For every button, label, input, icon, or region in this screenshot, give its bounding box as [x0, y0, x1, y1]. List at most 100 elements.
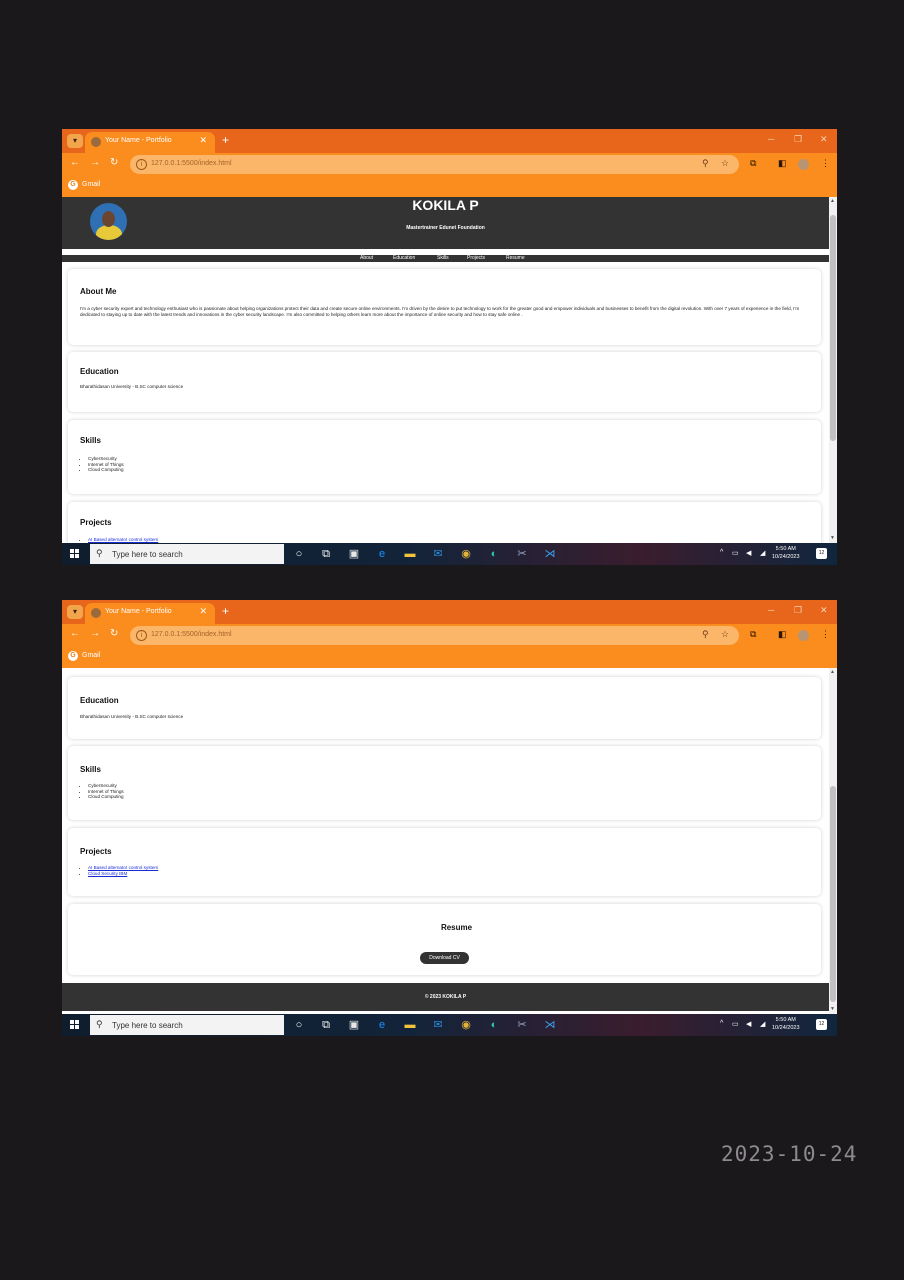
wifi-icon[interactable]: ◢	[760, 549, 765, 557]
extensions-icon[interactable]: ⧉	[750, 629, 756, 640]
bookmark-gmail[interactable]: Gmail	[82, 181, 100, 188]
browser-tab[interactable]: Your Name - Portfolio ✕	[85, 132, 215, 153]
vscode-icon[interactable]: ⋊	[543, 1018, 557, 1032]
store-icon[interactable]: ▣	[347, 1018, 361, 1032]
url-text: 127.0.0.1:5500/index.html	[151, 631, 232, 638]
zoom-icon[interactable]: ⚲	[702, 158, 709, 169]
nav-resume[interactable]: Resume	[506, 255, 525, 262]
browser-tab[interactable]: Your Name - Portfolio ✕	[85, 603, 215, 624]
mail-icon[interactable]: ✉	[431, 547, 445, 561]
chrome-icon[interactable]: ◉	[459, 1018, 473, 1032]
site-info-icon[interactable]: i	[136, 630, 147, 641]
chrome-icon[interactable]: ◉	[459, 547, 473, 561]
scroll-up-icon[interactable]: ▲	[830, 198, 835, 204]
site-nav: About Education Skills Projects Resume	[62, 255, 829, 262]
scroll-down-icon[interactable]: ▼	[830, 1006, 835, 1012]
new-tab-icon[interactable]: +	[222, 133, 229, 147]
snipping-tool-icon[interactable]: ✂	[515, 547, 529, 561]
task-view-icon[interactable]: ⧉	[319, 547, 333, 561]
project-link[interactable]: AI Based alternator control system	[88, 537, 158, 542]
scrollbar-thumb[interactable]	[830, 215, 836, 441]
side-panel-icon[interactable]: ◧	[778, 629, 787, 640]
scrollbar[interactable]: ▲ ▼	[829, 668, 837, 1014]
notification-icon[interactable]: 12	[816, 1019, 827, 1030]
windows-start-icon[interactable]	[70, 1020, 80, 1030]
close-window-icon[interactable]: ✕	[820, 605, 828, 616]
show-hidden-icons[interactable]: ^	[720, 549, 723, 556]
back-icon[interactable]: ←	[70, 628, 80, 639]
scrollbar-thumb[interactable]	[830, 786, 836, 1002]
site-info-icon[interactable]: i	[136, 159, 147, 170]
vscode-icon[interactable]: ⋊	[543, 547, 557, 561]
new-tab-icon[interactable]: +	[222, 604, 229, 618]
store-icon[interactable]: ▣	[347, 547, 361, 561]
menu-icon[interactable]: ⋮	[821, 158, 830, 169]
close-tab-icon[interactable]: ✕	[199, 135, 207, 146]
section-title: Education	[80, 696, 119, 705]
address-bar[interactable]: i 127.0.0.1:5500/index.html ⚲ ☆	[130, 155, 739, 174]
scroll-up-icon[interactable]: ▲	[830, 669, 835, 675]
forward-icon[interactable]: →	[90, 157, 100, 168]
bookmark-star-icon[interactable]: ☆	[721, 158, 729, 169]
list-item[interactable]: Cloud Security IBM	[88, 871, 158, 877]
volume-icon[interactable]: ◀	[746, 1020, 751, 1028]
back-icon[interactable]: ←	[70, 157, 80, 168]
file-explorer-icon[interactable]: ▬	[403, 547, 417, 561]
extensions-icon[interactable]: ⧉	[750, 158, 756, 169]
wifi-icon[interactable]: ◢	[760, 1020, 765, 1028]
mail-icon[interactable]: ✉	[431, 1018, 445, 1032]
forward-icon[interactable]: →	[90, 628, 100, 639]
cortana-icon[interactable]: ○	[292, 1018, 306, 1032]
close-tab-icon[interactable]: ✕	[199, 606, 207, 617]
taskbar-search[interactable]: ⚲ Type here to search	[90, 544, 284, 564]
about-section: About Me I'm a cyber security expert and…	[68, 269, 821, 345]
menu-icon[interactable]: ⋮	[821, 629, 830, 640]
nav-projects[interactable]: Projects	[467, 255, 485, 262]
windows-start-icon[interactable]	[70, 549, 80, 559]
scroll-down-icon[interactable]: ▼	[830, 535, 835, 541]
taskbar-clock[interactable]: 5:50 AM 10/24/2023	[772, 1016, 800, 1032]
tab-search-icon[interactable]: ▾	[67, 605, 83, 619]
bookmark-star-icon[interactable]: ☆	[721, 629, 729, 640]
minimize-icon[interactable]: ─	[768, 605, 774, 615]
list-item[interactable]: AI Based alternator control system	[88, 537, 158, 543]
volume-icon[interactable]: ◀	[746, 549, 751, 557]
edge-icon[interactable]: ◐	[487, 547, 501, 561]
snipping-tool-icon[interactable]: ✂	[515, 1018, 529, 1032]
project-link[interactable]: AI Based alternator control system	[88, 865, 158, 870]
address-bar[interactable]: i 127.0.0.1:5500/index.html ⚲ ☆	[130, 626, 739, 645]
tab-title: Your Name - Portfolio	[105, 608, 172, 615]
reload-icon[interactable]: ↻	[110, 628, 118, 639]
task-view-icon[interactable]: ⧉	[319, 1018, 333, 1032]
show-hidden-icons[interactable]: ^	[720, 1020, 723, 1027]
taskbar-search[interactable]: ⚲ Type here to search	[90, 1015, 284, 1035]
download-cv-button[interactable]: Download CV	[420, 952, 469, 964]
profile-avatar[interactable]	[798, 630, 809, 641]
restore-icon[interactable]: ❐	[794, 605, 802, 616]
nav-about[interactable]: About	[360, 255, 373, 262]
scrollbar[interactable]: ▲ ▼	[829, 197, 837, 543]
nav-education[interactable]: Education	[393, 255, 415, 262]
battery-icon[interactable]: ▭	[732, 1020, 739, 1028]
profile-avatar[interactable]	[798, 159, 809, 170]
bookmarks-bar: G Gmail	[62, 176, 837, 197]
notification-icon[interactable]: 12	[816, 548, 827, 559]
close-window-icon[interactable]: ✕	[820, 134, 828, 145]
edge-legacy-icon[interactable]: e	[375, 1018, 389, 1032]
restore-icon[interactable]: ❐	[794, 134, 802, 145]
windows-taskbar: ⚲ Type here to search ○ ⧉ ▣ e ▬ ✉ ◉ ◐ ✂ …	[62, 1014, 837, 1036]
cortana-icon[interactable]: ○	[292, 547, 306, 561]
minimize-icon[interactable]: ─	[768, 134, 774, 144]
bookmark-gmail[interactable]: Gmail	[82, 652, 100, 659]
edge-icon[interactable]: ◐	[487, 1018, 501, 1032]
reload-icon[interactable]: ↻	[110, 157, 118, 168]
edge-legacy-icon[interactable]: e	[375, 547, 389, 561]
tab-search-icon[interactable]: ▾	[67, 134, 83, 148]
side-panel-icon[interactable]: ◧	[778, 158, 787, 169]
nav-skills[interactable]: Skills	[437, 255, 449, 262]
battery-icon[interactable]: ▭	[732, 549, 739, 557]
project-link[interactable]: Cloud Security IBM	[88, 871, 127, 876]
zoom-icon[interactable]: ⚲	[702, 629, 709, 640]
taskbar-clock[interactable]: 5:50 AM 10/24/2023	[772, 545, 800, 561]
file-explorer-icon[interactable]: ▬	[403, 1018, 417, 1032]
